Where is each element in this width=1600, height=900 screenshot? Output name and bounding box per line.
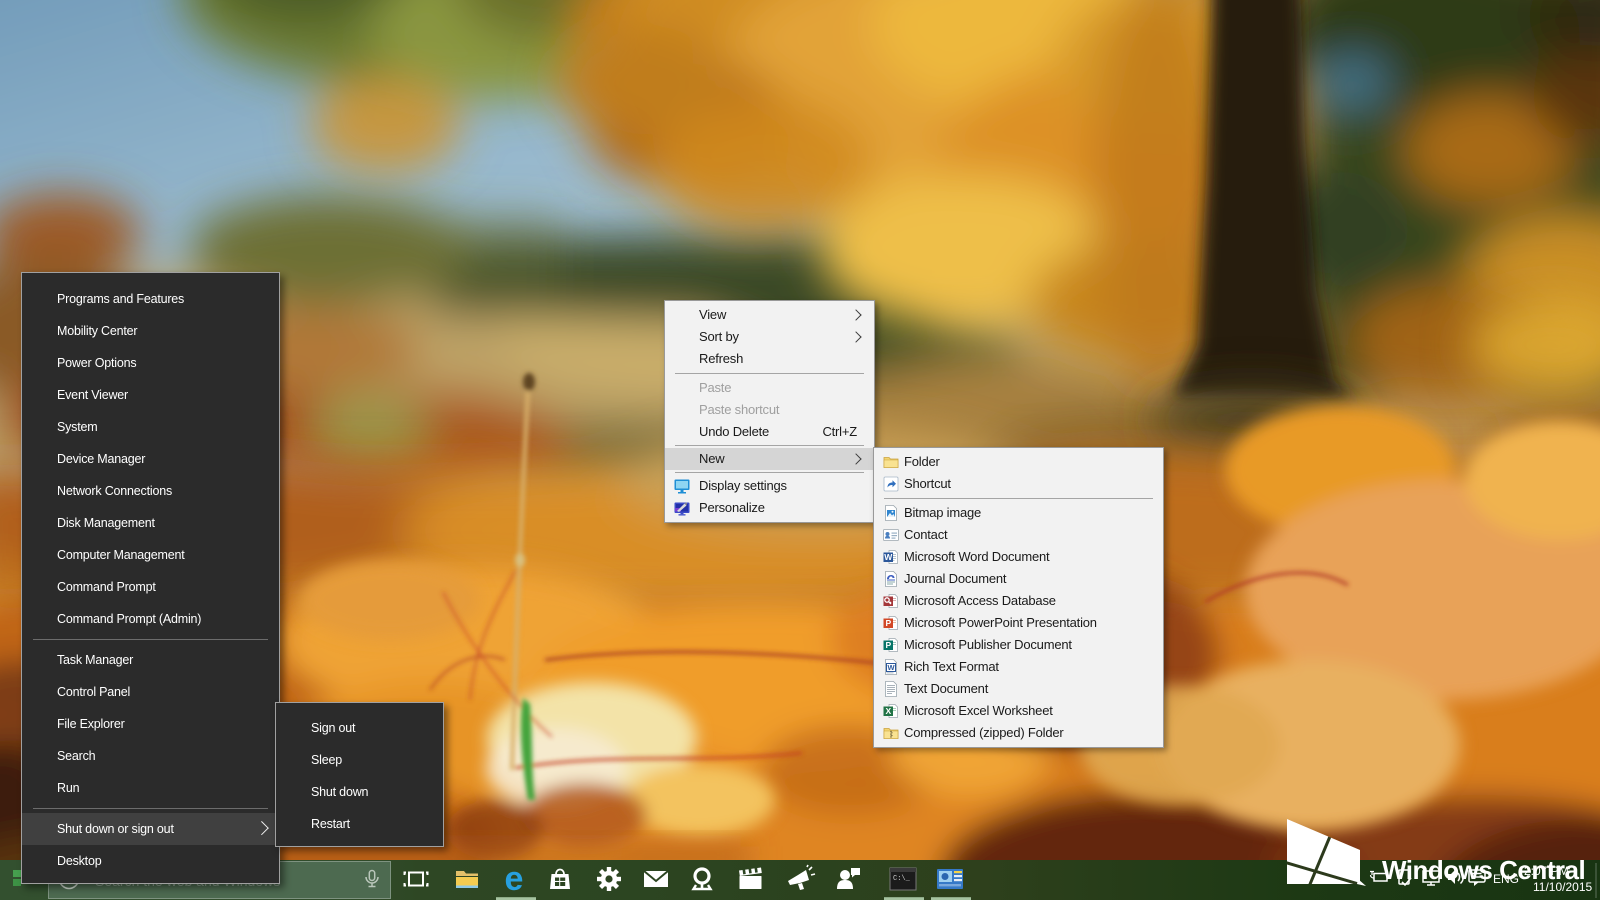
svg-text:W: W [884,552,893,562]
svg-text:C:\_: C:\_ [893,875,911,883]
svg-text:W: W [888,663,896,672]
svg-text:X: X [885,706,891,716]
svg-text:P: P [885,640,891,650]
svg-text:e: e [505,860,524,898]
svg-text:P: P [885,618,891,628]
